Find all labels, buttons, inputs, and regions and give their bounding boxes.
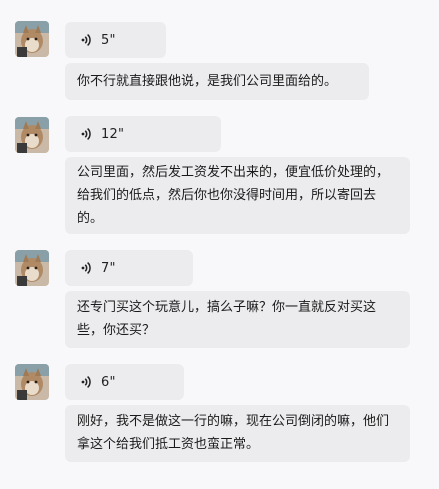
voice-duration: 12" (101, 126, 125, 142)
sender-avatar[interactable] (15, 250, 49, 286)
voice-transcript-text: 还专门买这个玩意儿，搞么子嘛？你一直就反对买这些，你还买？ (65, 291, 410, 348)
voice-message-bubble[interactable]: 7" (65, 250, 193, 286)
voice-message-bubble[interactable]: 6" (65, 364, 184, 400)
sender-avatar[interactable] (15, 364, 49, 400)
sender-avatar[interactable] (15, 117, 49, 153)
sender-avatar[interactable] (15, 21, 49, 57)
voice-transcript-text: 刚好，我不是做这一行的嘛，现在公司倒闭的嘛，他们拿这个给我们抵工资也蛮正常。 (65, 405, 410, 462)
cat-photo-avatar-icon (15, 21, 49, 57)
voice-wave-icon (81, 34, 91, 46)
cat-photo-avatar-icon (15, 250, 49, 286)
voice-message-bubble[interactable]: 5" (65, 22, 166, 58)
voice-duration: 7" (101, 260, 116, 276)
voice-message-bubble[interactable]: 12" (65, 116, 221, 152)
voice-wave-icon (81, 128, 91, 140)
voice-chat-transcript: 5" 你不行就直接跟他说，是我们公司里面给的。 12" 公司里面，然后发工资发不… (0, 0, 439, 489)
voice-transcript-text: 你不行就直接跟他说，是我们公司里面给的。 (65, 63, 369, 100)
voice-duration: 6" (101, 374, 116, 390)
voice-duration: 5" (101, 32, 116, 48)
cat-photo-avatar-icon (15, 117, 49, 153)
voice-transcript-text: 公司里面，然后发工资发不出来的，便宜低价处理的，给我们的低点，然后你也你没得时间… (65, 157, 410, 234)
voice-wave-icon (81, 262, 91, 274)
voice-wave-icon (81, 376, 91, 388)
cat-photo-avatar-icon (15, 364, 49, 400)
